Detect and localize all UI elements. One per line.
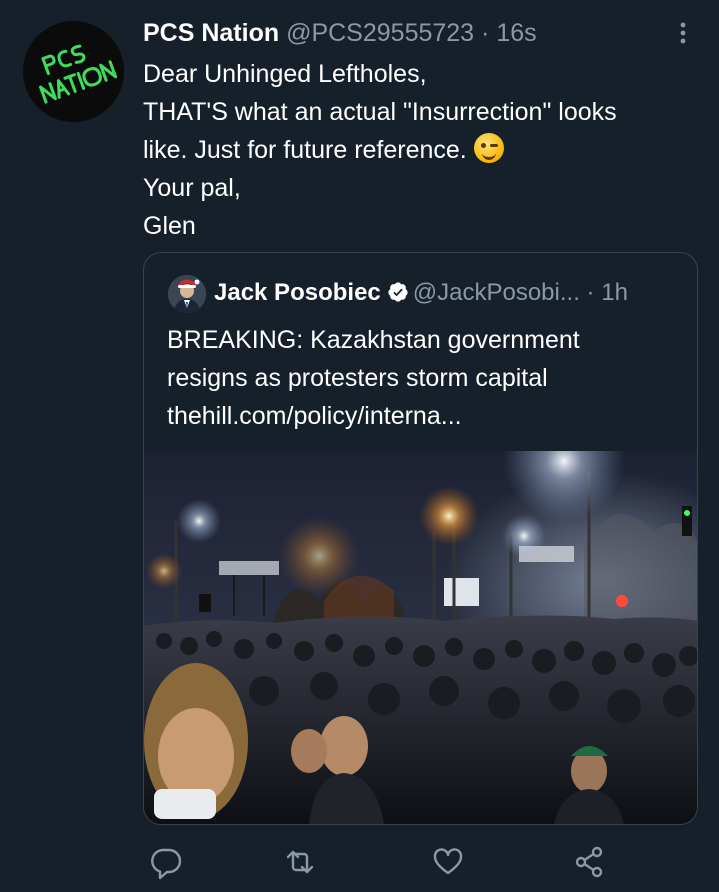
quoted-timestamp[interactable]: 1h <box>601 279 628 306</box>
quoted-author-handle[interactable]: @JackPosobi... <box>413 279 580 306</box>
winking-face-emoji <box>473 133 504 163</box>
quoted-avatar[interactable] <box>168 275 206 313</box>
separator-dot: · <box>481 19 490 47</box>
quoted-author-name[interactable]: Jack Posobiec <box>214 279 381 306</box>
tweet-line: Your pal, <box>143 174 241 202</box>
quoted-header: Jack Posobiec @JackPosobi... · 1h <box>214 275 628 311</box>
share-icon[interactable] <box>570 842 610 882</box>
quoted-line: BREAKING: Kazakhstan government <box>167 326 580 354</box>
author-name[interactable]: PCS Nation <box>143 19 279 47</box>
tweet-actions <box>143 842 623 882</box>
quoted-link[interactable]: thehill.com/policy/interna... <box>167 397 677 435</box>
tweet-text: Dear Unhinged Leftholes, THAT'S what an … <box>143 55 703 245</box>
avatar[interactable] <box>23 21 124 122</box>
tweet-header: PCS Nation @PCS29555723 · 16s <box>143 16 537 50</box>
reply-icon[interactable] <box>146 842 186 882</box>
tweet-line: Dear Unhinged Leftholes, <box>143 60 427 88</box>
more-vertical-icon[interactable] <box>668 16 698 50</box>
night-crowd-protest-photo[interactable] <box>144 451 697 824</box>
pcs-nation-logo <box>23 21 124 122</box>
tweet-timestamp[interactable]: 16s <box>496 19 536 47</box>
separator-dot: · <box>586 279 595 306</box>
quoted-text: BREAKING: Kazakhstan government resigns … <box>167 321 677 435</box>
tweet-line: like. Just for future reference. <box>143 131 703 169</box>
tweet-line: THAT'S what an actual "Insurrection" loo… <box>143 98 617 126</box>
retweet-icon[interactable] <box>280 842 320 882</box>
quoted-line: resigns as protesters storm capital <box>167 364 548 392</box>
verified-badge-icon <box>388 282 408 302</box>
author-handle[interactable]: @PCS29555723 <box>286 19 474 47</box>
tweet-line: Glen <box>143 212 196 240</box>
tweet-line-text: like. Just for future reference. <box>143 136 467 164</box>
quoted-tweet[interactable]: Jack Posobiec @JackPosobi... · 1h BREAKI… <box>143 252 698 825</box>
like-icon[interactable] <box>428 842 468 882</box>
